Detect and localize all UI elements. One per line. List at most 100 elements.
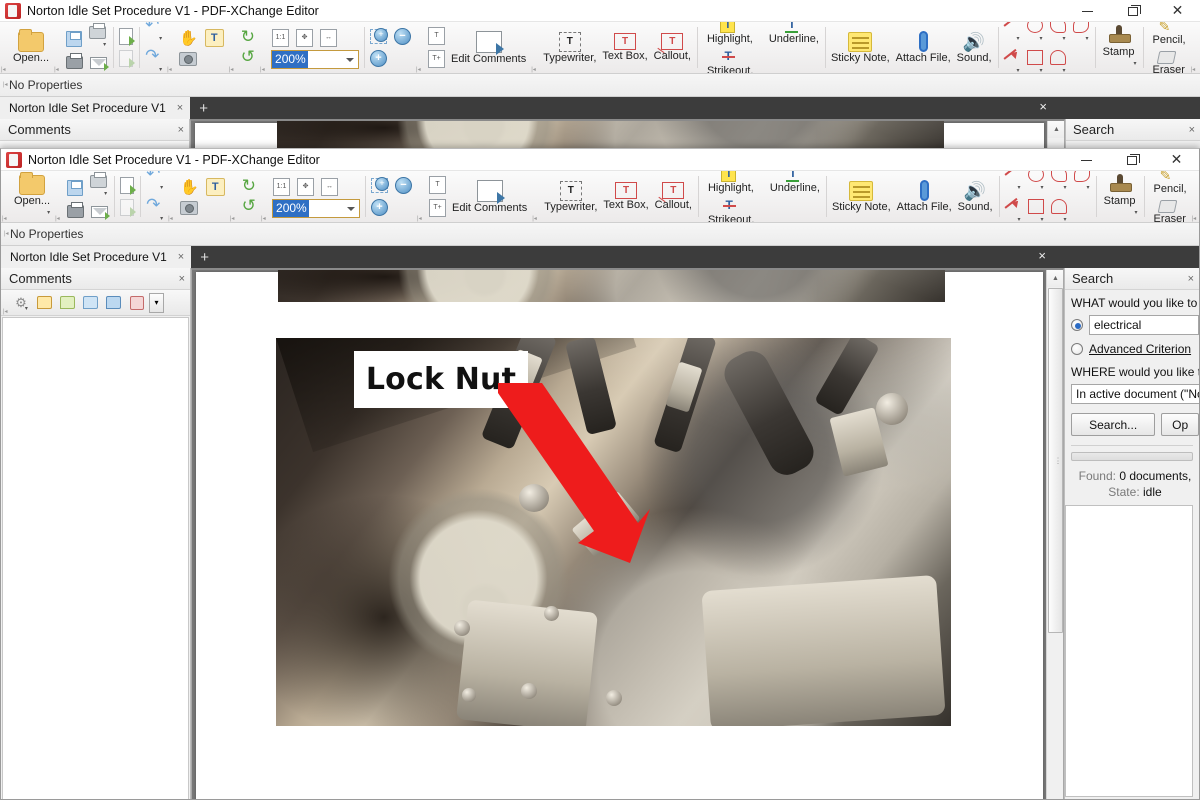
search-panel-close-icon[interactable]: × — [1188, 273, 1194, 285]
advanced-criterion-radio[interactable] — [1071, 343, 1083, 355]
text-box-button[interactable]: T Text Box, — [599, 31, 650, 64]
search-query-input[interactable]: electrical — [1089, 315, 1199, 335]
fit-width-button[interactable]: ↔ — [318, 176, 341, 198]
edit-content-button[interactable]: T — [426, 174, 449, 196]
line-tool-button[interactable]: ▾ — [1001, 22, 1023, 47]
close-button[interactable]: ✕ — [1155, 0, 1200, 22]
underline-button[interactable]: TUnderline, — [763, 171, 823, 196]
stamp-button[interactable]: Stamp ▾ — [1099, 172, 1141, 221]
actual-size-button[interactable]: 1:1 — [270, 176, 293, 198]
comments-panel-close-icon[interactable]: × — [179, 273, 185, 285]
rotate-ccw-button[interactable]: ↺ — [238, 48, 258, 67]
zoom-area-button[interactable] — [367, 27, 390, 46]
advanced-criterion-link[interactable]: Advanced Criterion — [1089, 342, 1191, 356]
redo-button[interactable]: ↷▾ — [142, 48, 165, 74]
rotate-ccw-button[interactable]: ↺ — [239, 197, 259, 216]
redo-button[interactable]: ↷▾ — [143, 197, 166, 223]
new-tab-button[interactable]: + — [191, 248, 218, 268]
edit-comments-button[interactable]: Edit Comments — [448, 29, 529, 67]
actual-size-button[interactable]: 1:1 — [269, 27, 292, 49]
close-button[interactable]: ✕ — [1154, 149, 1199, 171]
foreground-vertical-scrollbar[interactable]: ▲ — [1046, 270, 1063, 800]
edit-content-button[interactable]: T — [425, 25, 448, 47]
arrow-tool-button[interactable]: ▾ — [1001, 48, 1023, 74]
open-button[interactable]: Open... ▾ — [11, 173, 53, 221]
sound-button[interactable]: 🔊 Sound, — [954, 30, 995, 66]
tab-bar-close-button[interactable]: × — [1033, 248, 1051, 263]
options-button[interactable]: Op — [1161, 413, 1199, 436]
polygon-tool-button[interactable]: ▾ — [1047, 22, 1069, 47]
callout-button[interactable]: T Callout, — [651, 31, 694, 64]
print-preview-button[interactable]: ▾ — [87, 173, 110, 202]
attach-file-button[interactable]: Attach File, — [894, 178, 955, 215]
fit-page-button[interactable]: ✥ — [293, 27, 316, 49]
foreground-editor-window[interactable]: Norton Idle Set Procedure V1 - PDF-XChan… — [0, 148, 1200, 800]
document-tab[interactable]: Norton Idle Set Procedure V1 × — [1, 246, 191, 268]
properties-grip[interactable] — [4, 74, 9, 88]
underline-button[interactable]: TUnderline, — [762, 22, 822, 47]
pencil-button[interactable]: ✎Pencil, — [1147, 171, 1190, 197]
minimize-button[interactable] — [1064, 149, 1109, 171]
snapshot-tool-button[interactable] — [176, 50, 200, 68]
foreground-document-viewport[interactable]: Lock Nut ▲ — [191, 268, 1064, 800]
document-tab[interactable]: Norton Idle Set Procedure V1 × — [0, 97, 190, 119]
delete-comment-button[interactable] — [126, 293, 147, 313]
hand-tool-button[interactable]: ✋ — [177, 178, 202, 197]
select-text-tool-button[interactable]: T — [203, 176, 228, 198]
minimize-button[interactable] — [1065, 0, 1110, 22]
print-preview-button[interactable]: ▾ — [86, 24, 109, 53]
comments-more-button[interactable]: ▾ — [149, 293, 164, 313]
import-comments-button[interactable] — [34, 293, 55, 313]
tab-bar-close-button[interactable]: × — [1034, 99, 1052, 114]
search-scope-combobox[interactable]: In active document ("Nor — [1071, 384, 1199, 404]
new-tab-button[interactable]: + — [190, 99, 217, 119]
arrow-tool-button[interactable]: ▾ — [1002, 197, 1024, 223]
document-tab-close-icon[interactable]: × — [174, 102, 186, 114]
email-button[interactable] — [87, 55, 110, 71]
rectangle-tool-button[interactable]: ▾ — [1025, 197, 1047, 223]
maximize-button[interactable] — [1109, 149, 1154, 171]
zoom-level-combobox[interactable]: 200% — [271, 50, 359, 69]
rotate-cw-button[interactable]: ↻ — [238, 28, 258, 47]
export-comments-button[interactable] — [57, 293, 78, 313]
sound-button[interactable]: 🔊 Sound, — [955, 179, 996, 215]
rectangle-tool-button[interactable]: ▾ — [1024, 48, 1046, 74]
import-button[interactable] — [117, 175, 137, 196]
callout-button[interactable]: T Callout, — [652, 180, 695, 213]
zoom-area-button[interactable] — [368, 176, 391, 195]
email-button[interactable] — [88, 204, 111, 220]
cloud-tool-button[interactable]: ▾ — [1070, 22, 1092, 47]
maximize-button[interactable] — [1110, 0, 1155, 22]
scroll-up-icon[interactable]: ▲ — [1047, 270, 1064, 287]
sticky-note-button[interactable]: Sticky Note, — [828, 30, 893, 66]
line-tool-button[interactable]: ▾ — [1002, 171, 1024, 196]
undo-button[interactable]: ↶▾ — [143, 171, 166, 196]
export-button[interactable] — [117, 197, 137, 218]
ellipse-tool-button[interactable]: ▾ — [1025, 171, 1047, 196]
comments-toolbar-grip[interactable] — [4, 290, 9, 315]
ellipse-tool-button[interactable]: ▾ — [1024, 22, 1046, 47]
stamp-button[interactable]: Stamp ▾ — [1098, 23, 1140, 72]
export-button[interactable] — [116, 48, 136, 69]
save-button[interactable] — [64, 178, 86, 198]
open-button[interactable]: Open... — [10, 30, 52, 66]
hand-tool-button[interactable]: ✋ — [176, 29, 201, 48]
eraser-button[interactable]: Eraser — [1146, 49, 1188, 74]
search-panel-close-icon[interactable]: × — [1189, 124, 1195, 136]
save-button[interactable] — [63, 29, 85, 49]
simple-search-radio[interactable] — [1071, 319, 1083, 331]
reply-button[interactable] — [80, 293, 101, 313]
scrollbar-thumb[interactable] — [1048, 288, 1063, 633]
attach-file-button[interactable]: Attach File, — [893, 29, 954, 66]
zoom-in-button[interactable]: + — [367, 48, 390, 69]
edit-comments-button[interactable]: Edit Comments — [449, 178, 530, 216]
strikeout-button[interactable]: TStrikeout, — [701, 197, 757, 223]
fit-page-button[interactable]: ✥ — [294, 176, 317, 198]
comments-panel-close-icon[interactable]: × — [178, 124, 184, 136]
cloud-tool-button[interactable]: ▾ — [1071, 171, 1093, 196]
reply-all-button[interactable] — [103, 293, 124, 313]
zoom-out-button[interactable]: − — [391, 26, 414, 47]
pencil-button[interactable]: ✎Pencil, — [1146, 22, 1189, 48]
print-button[interactable] — [64, 203, 87, 220]
pentagon-tool-button[interactable]: ▾ — [1048, 197, 1070, 223]
